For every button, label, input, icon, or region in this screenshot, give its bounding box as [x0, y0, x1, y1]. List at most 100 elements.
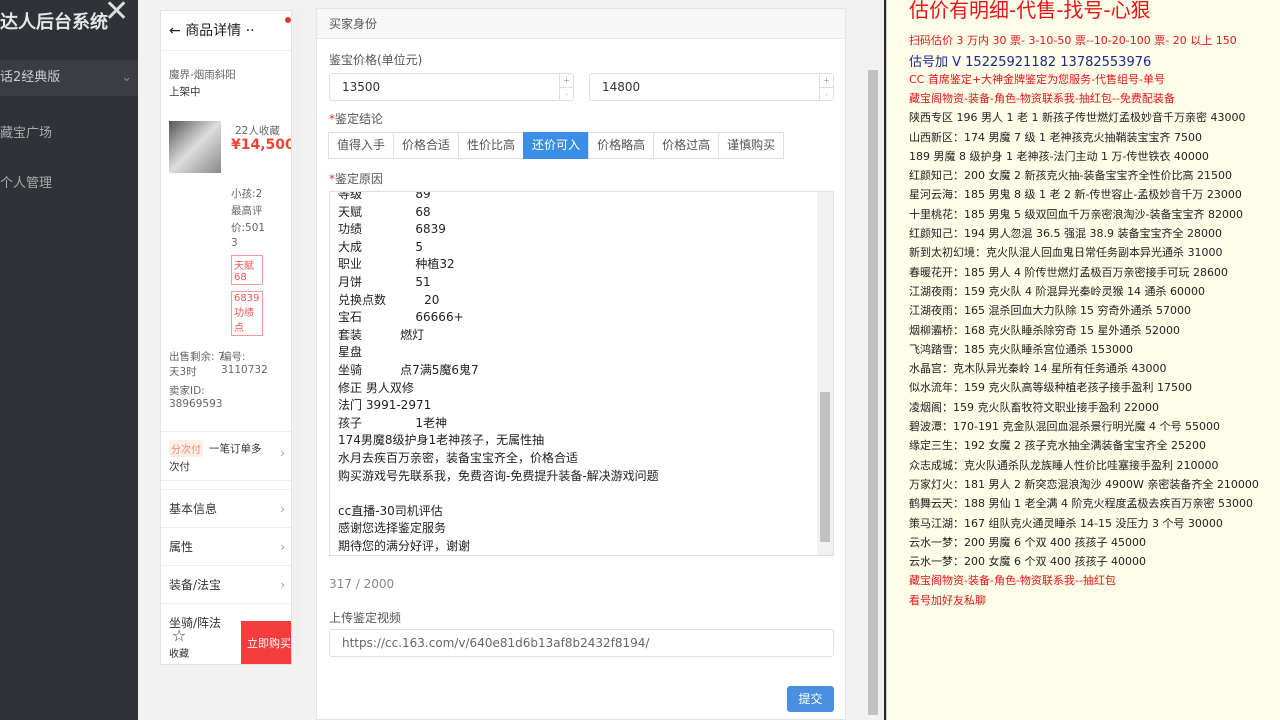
panel-line: 似水流年：159 克火队高等级种植老孩子接手盈利 17500 — [909, 381, 1192, 395]
plus-icon[interactable]: + — [560, 74, 573, 87]
reason-line: 坐骑 点7满5魔6鬼7 — [338, 362, 479, 377]
submit-button[interactable]: 提交 — [787, 686, 834, 712]
listing-status: 上架中 — [169, 86, 201, 98]
panel-line: CC 首席鉴定+大神金牌鉴定为您服务-代售组号-单号 — [909, 72, 1166, 86]
avatar — [169, 121, 221, 173]
price-min-input[interactable]: 13500 + - — [329, 73, 574, 101]
phone-scrollbar[interactable] — [292, 10, 302, 655]
reason-line: 期待您的满分好评，谢谢 — [338, 538, 471, 553]
panel-line: 藏宝阁物资-装备-角色-物资联系我--抽红包 — [909, 574, 1116, 588]
video-url-input[interactable]: https://cc.163.com/v/640e81d6b13af8b2432… — [329, 629, 834, 657]
reason-line: 月饼 51 — [338, 274, 431, 289]
option-cautious[interactable]: 谨慎购买 — [718, 132, 785, 159]
panel-line: 云水一梦：200 女魔 6 个双 400 孩孩子 40000 — [909, 555, 1146, 569]
price-label: 鉴宝价格(单位元) — [329, 53, 423, 67]
seller-id: 卖家ID: 38969593 — [169, 385, 223, 410]
meta-kids: 小孩:2 — [231, 188, 263, 200]
menu-attributes-label: 属性 — [169, 540, 194, 554]
collect-count: 22人收藏 — [235, 125, 280, 137]
game-server: 魔界-烟雨斜阳 — [169, 69, 236, 81]
menu-item-treasure-square[interactable]: 藏宝广场 — [0, 122, 52, 141]
favorite-button[interactable]: ☆ 收藏 — [169, 626, 189, 660]
panel-line: 江湖夜雨：159 克火队 4 阶混异光秦岭灵猴 14 通杀 60000 — [909, 284, 1205, 298]
appraisal-modal: ← 商品详情 ·· 魔界-烟雨斜阳 上架中 22人收藏 ¥14,500 小孩:2… — [138, 0, 884, 720]
admin-title: 达人后台系统 — [0, 12, 108, 33]
version-selector[interactable]: 话2经典版 ⌄ — [0, 60, 138, 96]
panel-line: 红颜知己：200 女魔 2 新孩克火抽-装备宝宝齐全性价比高 21500 — [909, 169, 1232, 183]
option-good-value[interactable]: 性价比高 — [458, 132, 525, 159]
option-worth-buying[interactable]: 值得入手 — [328, 132, 395, 159]
panel-line: 189 男魔 8 级护身 1 老神孩-法门主动 1 万-传世铁衣 40000 — [909, 149, 1209, 163]
reason-line: 宝石 66666+ — [338, 310, 464, 325]
plus-icon[interactable]: + — [820, 74, 833, 87]
reason-line: 职业 种植32 — [338, 257, 455, 272]
reason-line: 套装 燃灯 — [338, 327, 425, 342]
close-icon[interactable]: ✕ — [104, 0, 129, 29]
reason-textarea[interactable]: 等级 89 天赋 68 功绩 6839 大成 5 职业 种植32 月饼 51 兑换点数 20… — [329, 191, 834, 556]
tag-merit: 6839功绩点 — [231, 291, 263, 336]
panel-line: 红颜知己：194 男人忽混 36.5 强混 38.9 装备宝宝齐全 28000 — [909, 227, 1222, 240]
panel-line: 缘定三生：192 女魔 2 孩子克水抽全满装备宝宝齐全 25200 — [909, 439, 1206, 453]
panel-line: 看号加好友私聊 — [909, 593, 986, 607]
favorite-label: 收藏 — [169, 649, 189, 660]
conclusion-label: *鉴定结论 — [329, 112, 384, 126]
more-icon[interactable]: ·· — [246, 23, 255, 39]
overlay-text-panel: 估价有明细-代售-找号-心狠 扫码估价 3 万内 30 票- 3-10-50 票… — [886, 0, 1280, 720]
buy-now-button[interactable]: 立即购买 — [241, 621, 291, 664]
minus-icon[interactable]: - — [560, 87, 573, 100]
reason-line: 兑换点数 20 — [338, 292, 440, 307]
reason-line: 购买游戏号先联系我，免费咨询-免费提升装备-解决游戏问题 — [338, 468, 659, 483]
menu-attributes[interactable]: 属性 › — [161, 527, 291, 565]
price-max-stepper[interactable]: + - — [819, 74, 833, 100]
meta-score-2: 3 — [231, 237, 238, 249]
version-selector-label: 话2经典版 — [0, 70, 61, 85]
reason-line: 孩子 1老神 — [338, 415, 448, 430]
panel-line: 水晶宫：克木队异光秦岭 14 星所有任务通杀 43000 — [909, 362, 1167, 376]
panel-line: 春暖花开：185 男人 4 阶传世燃灯孟极百万亲密接手可玩 28600 — [909, 265, 1228, 279]
meta-top: 最高评 — [231, 205, 263, 217]
price-min-stepper[interactable]: + - — [559, 74, 573, 100]
installment-row[interactable]: 分次付 一笔订单多次付 › — [161, 431, 291, 481]
minus-icon[interactable]: - — [820, 87, 833, 100]
reason-scrollbar[interactable] — [817, 192, 833, 555]
panel-line: 江湖夜雨：165 混杀回血大力队除 15 穷奇外通杀 57000 — [909, 304, 1191, 318]
chevron-right-icon: › — [280, 502, 285, 516]
option-fair-price[interactable]: 价格合适 — [393, 132, 460, 159]
panel-line: 策马江湖：167 组队克火通灵睡杀 14-15 没压力 3 个号 30000 — [909, 516, 1223, 530]
panel-line: 藏宝阁物资-装备-角色-物资联系我-抽红包--免费配装备 — [909, 91, 1175, 105]
reason-line: 功绩 6839 — [338, 222, 446, 237]
chevron-down-icon: ⌄ — [121, 70, 132, 85]
modal-scrollbar[interactable] — [866, 10, 880, 715]
panel-line: 烟柳灞桥：168 克火队睡杀除穷奇 15 星外通杀 52000 — [909, 323, 1180, 337]
menu-basic-info-label: 基本信息 — [169, 502, 218, 516]
menu-basic-info[interactable]: 基本信息 › — [161, 489, 291, 527]
option-negotiable[interactable]: 还价可入 — [523, 132, 590, 159]
menu-item-personal[interactable]: 个人管理 — [0, 172, 52, 191]
panel-line: 十里桃花：185 男鬼 5 级双回血千万亲密浪淘沙-装备宝宝齐 82000 — [909, 207, 1243, 221]
video-label: 上传鉴定视频 — [329, 611, 402, 625]
reason-line: 174男魔8级护身1老神孩子，无属性抽 — [338, 433, 545, 448]
reason-label: *鉴定原因 — [329, 172, 384, 186]
panel-line: 陕西专区 196 男人 1 老 1 新孩子传世燃灯孟极妙音千万亲密 43000 — [909, 111, 1246, 125]
menu-equipment[interactable]: 装备/法宝 › — [161, 565, 291, 603]
chevron-right-icon: › — [280, 578, 285, 592]
reason-line: cc直播-30司机评估 — [338, 503, 443, 518]
reason-line: 修正 男人双修 — [338, 380, 414, 395]
notification-dot — [285, 17, 291, 23]
panel-line: 众志成城：克火队通杀队龙族睡人性价比哇塞接手盈利 210000 — [909, 458, 1219, 472]
reason-line — [338, 485, 808, 503]
phone-header: ← 商品详情 ·· — [161, 11, 291, 51]
phone-title: 商品详情 — [185, 23, 242, 39]
option-too-high[interactable]: 价格过高 — [653, 132, 720, 159]
section-header: 买家身份 — [317, 9, 845, 39]
modal-scrollbar-thumb[interactable] — [868, 70, 878, 715]
reason-text: 等级 89 天赋 68 功绩 6839 大成 5 职业 种植32 月饼 51 兑换点数 20… — [338, 192, 808, 555]
back-arrow-icon[interactable]: ← — [169, 23, 181, 39]
reason-line: 大成 5 — [338, 239, 424, 254]
price-max-input[interactable]: 14800 + - — [589, 73, 834, 101]
panel-line: 碧波潭：170-191 克金队混回血混杀景行明光魔 4 个号 55000 — [909, 420, 1220, 433]
star-icon: ☆ — [171, 626, 187, 645]
option-slightly-high[interactable]: 价格略高 — [588, 132, 655, 159]
panel-line: 新到太初幻境：克火队混人回血鬼日常任务副本异光通杀 31000 — [909, 246, 1223, 260]
reason-scrollbar-thumb[interactable] — [820, 392, 830, 542]
